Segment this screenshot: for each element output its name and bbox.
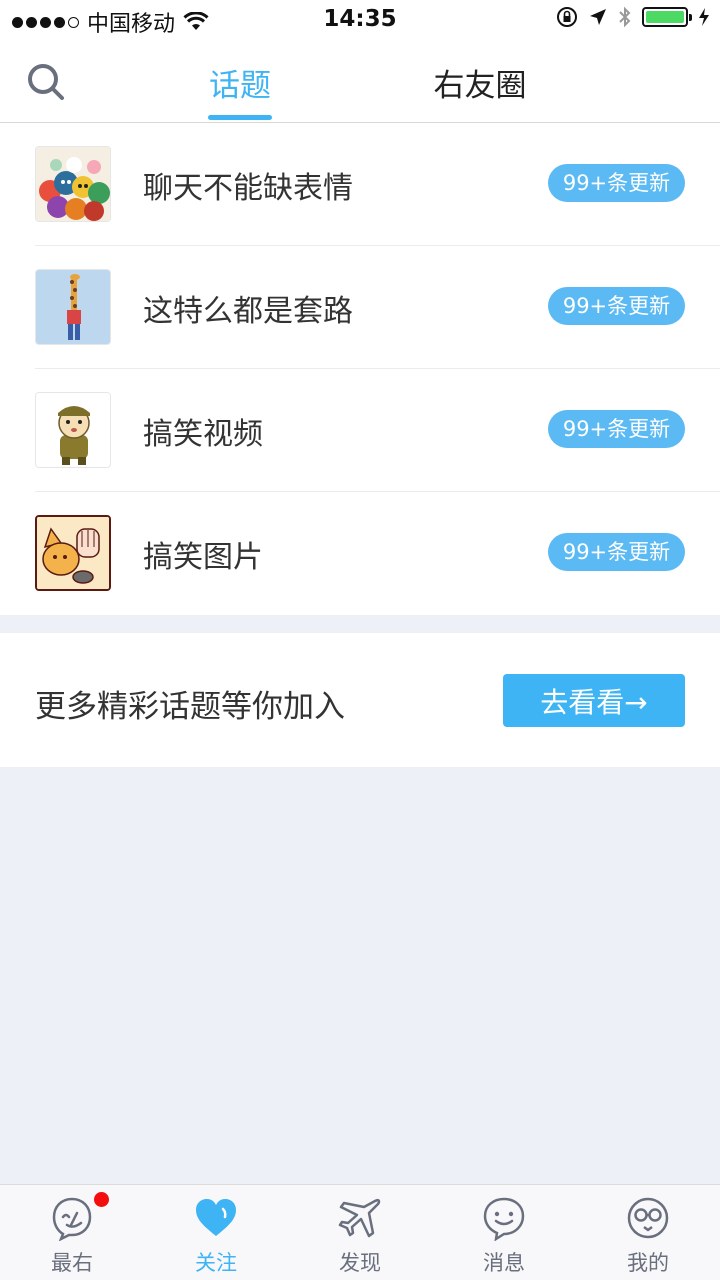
topic-item[interactable]: 聊天不能缺表情 99+条更新 (0, 123, 720, 246)
update-count-badge: 99+条更新 (548, 533, 685, 571)
location-arrow-icon (590, 9, 606, 25)
tabbar-item-follow[interactable]: 关注 (144, 1185, 288, 1280)
cat-cartoon-thumbnail (35, 515, 111, 591)
tabbar-label: 最右 (51, 1251, 93, 1275)
top-header: 话题 右友圈 (0, 40, 720, 123)
search-button[interactable] (26, 62, 66, 102)
topic-title: 搞笑图片 (143, 540, 263, 575)
status-bar: 中国移动 14:35 (0, 0, 720, 40)
soldier-cartoon-thumbnail (35, 392, 111, 468)
topic-list: 聊天不能缺表情 99+条更新 这特么都是套路 99+条更新 搞笑视频 99+条更… (0, 123, 720, 615)
charging-bolt-icon (699, 8, 709, 26)
topic-title: 这特么都是套路 (143, 294, 353, 329)
tabbar-label: 我的 (627, 1251, 669, 1275)
tabbar-item-discover[interactable]: 发现 (288, 1185, 432, 1280)
tabbar-label: 消息 (483, 1251, 525, 1275)
bluetooth-icon (619, 6, 631, 28)
tabbar-item-messages[interactable]: 消息 (432, 1185, 576, 1280)
topic-item[interactable]: 搞笑视频 99+条更新 (0, 369, 720, 492)
orientation-lock-icon (557, 7, 577, 27)
glasses-face-icon (627, 1197, 669, 1239)
go-see-button[interactable]: 去看看→ (503, 674, 685, 727)
topic-title: 搞笑视频 (143, 417, 263, 452)
update-count-badge: 99+条更新 (548, 410, 685, 448)
giraffe-thumbnail (35, 269, 111, 345)
search-icon (28, 64, 64, 100)
more-topics-banner: 更多精彩话题等你加入 去看看→ (0, 633, 720, 767)
tabbar-label: 发现 (339, 1251, 381, 1275)
tab-topics[interactable]: 话题 (200, 60, 280, 120)
notification-dot (94, 1192, 109, 1207)
active-tab-indicator (208, 115, 272, 120)
tabbar-item-me[interactable]: 我的 (576, 1185, 720, 1280)
update-count-badge: 99+条更新 (548, 287, 685, 325)
status-right (556, 6, 710, 28)
more-topics-text: 更多精彩话题等你加入 (35, 689, 345, 725)
tab-friends-circle-label: 右友圈 (433, 68, 527, 104)
tab-topics-label: 话题 (209, 68, 271, 104)
update-count-badge: 99+条更新 (548, 164, 685, 202)
topic-title: 聊天不能缺表情 (143, 171, 353, 206)
topic-item[interactable]: 这特么都是套路 99+条更新 (0, 246, 720, 369)
plane-icon (338, 1198, 381, 1238)
face-icon (52, 1197, 92, 1241)
go-see-button-label: 去看看→ (540, 685, 648, 719)
topic-item[interactable]: 搞笑图片 99+条更新 (0, 492, 720, 615)
cartoon-crowd-thumbnail (35, 146, 111, 222)
heart-icon (196, 1199, 236, 1236)
battery-icon (642, 7, 692, 27)
tabbar-item-zuiyou[interactable]: 最右 (0, 1185, 144, 1280)
chat-bubble-icon (483, 1197, 525, 1241)
bottom-tab-bar: 最右 关注 发现 消息 我的 (0, 1184, 720, 1280)
tab-friends-circle[interactable]: 右友圈 (420, 60, 540, 120)
tabbar-label: 关注 (195, 1251, 237, 1275)
